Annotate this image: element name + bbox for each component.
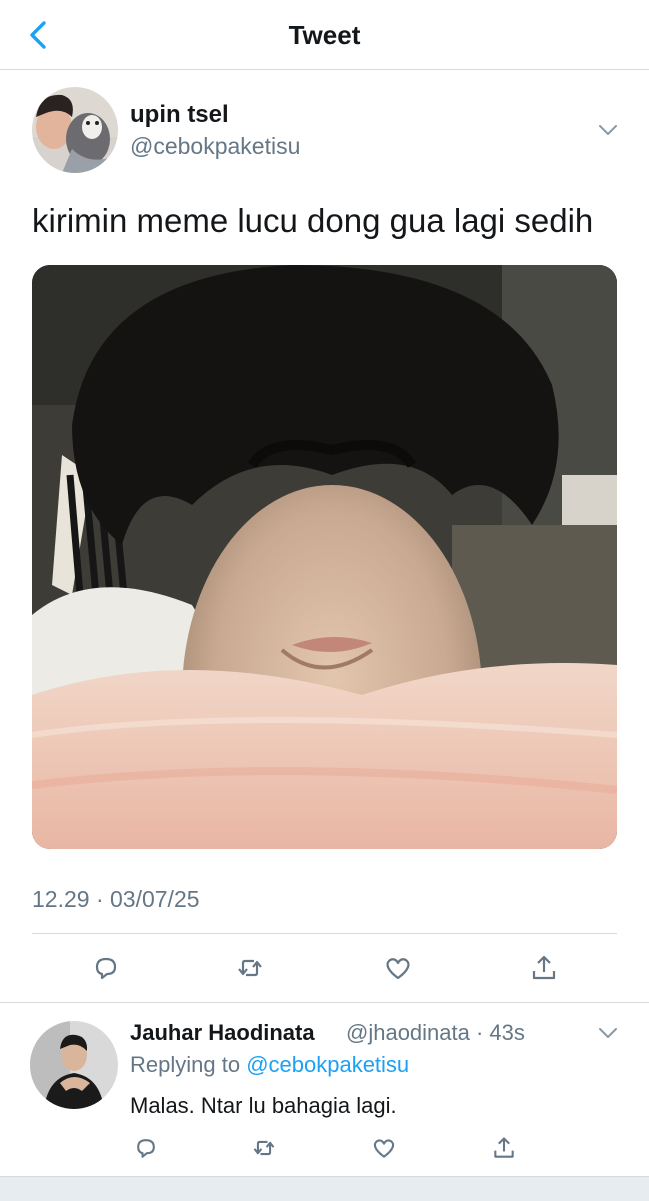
reply-retweet-button[interactable] [246, 1130, 282, 1166]
author-handle[interactable]: @cebokpaketisu [130, 131, 300, 161]
reply-share-button[interactable] [486, 1130, 522, 1166]
section-separator [0, 1002, 649, 1003]
tweet-timestamp: 12.29 · 03/07/25 [32, 886, 200, 912]
share-button[interactable] [524, 948, 564, 988]
reply-icon [95, 957, 117, 980]
reply-reply-button[interactable] [128, 1130, 164, 1166]
bottom-strip [0, 1176, 649, 1201]
retweet-icon [238, 959, 262, 977]
reply-like-button[interactable] [366, 1130, 402, 1166]
share-icon [494, 1137, 514, 1158]
reply-text: Malas. Ntar lu bahagia lagi. [130, 1093, 397, 1118]
heart-icon [373, 1139, 395, 1158]
replying-to: Replying to @cebokpaketisu [130, 1050, 409, 1080]
share-icon [532, 955, 556, 980]
reply-more-options-button[interactable] [596, 1021, 620, 1045]
retweet-icon [253, 1140, 275, 1156]
tweet-text: kirimin meme lucu dong gua lagi sedih [32, 202, 594, 239]
reply-icon [137, 1139, 155, 1158]
reply-author-meta: @jhaodinata · 43s [346, 1020, 525, 1045]
reply-author-avatar[interactable] [30, 1021, 118, 1109]
author-name[interactable]: upin tsel [130, 100, 229, 130]
like-button[interactable] [378, 948, 418, 988]
page-title: Tweet [288, 20, 361, 50]
reply-author-name[interactable]: Jauhar Haodinata [130, 1018, 315, 1048]
chevron-down-icon [599, 125, 617, 135]
author-avatar[interactable] [32, 87, 118, 173]
replying-to-link[interactable]: @cebokpaketisu [246, 1052, 409, 1077]
chevron-down-icon [599, 1028, 617, 1038]
divider [32, 933, 617, 934]
reply-button[interactable] [86, 948, 126, 988]
tweet-photo[interactable] [32, 265, 617, 849]
retweet-button[interactable] [230, 948, 270, 988]
more-options-button[interactable] [596, 118, 620, 142]
heart-icon [386, 958, 410, 980]
replying-to-label: Replying to [130, 1052, 247, 1077]
